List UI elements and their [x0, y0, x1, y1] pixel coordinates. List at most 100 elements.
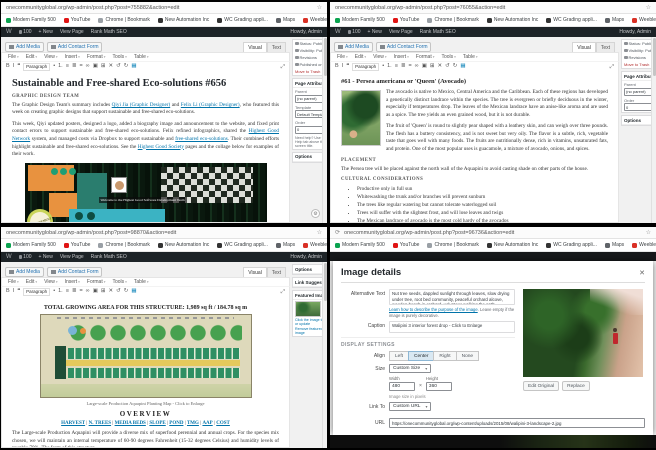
scrollbar-thumb[interactable] — [324, 38, 327, 76]
visibility-row[interactable]: Visibility: Public — [293, 47, 322, 54]
avocado-photo[interactable] — [341, 90, 381, 146]
bookmark-item[interactable]: WC Grading appli... — [217, 17, 268, 23]
person-link[interactable]: Qiyi Jia (Graphic Designer) — [112, 102, 171, 108]
editor-toolbar-icon[interactable]: • — [382, 63, 384, 71]
editor-menu-item[interactable]: Format — [87, 279, 106, 285]
bookmark-item[interactable]: YouTube — [64, 242, 91, 248]
editor-toolbar-icon[interactable]: ✕ — [438, 63, 443, 71]
editor-toolbar-icon[interactable]: I — [342, 63, 344, 71]
align-right-button[interactable]: Right — [433, 351, 456, 361]
bookmark-item[interactable]: Modern Family 500 — [6, 17, 56, 23]
fullscreen-icon[interactable]: ⤢ — [281, 64, 285, 71]
rank-math-seo-menu[interactable]: Rank Math SEO — [420, 29, 456, 35]
editor-toolbar-icon[interactable]: Paragraph — [23, 288, 50, 296]
edit-original-button[interactable]: Edit Original — [523, 381, 559, 391]
editor-toolbar-icon[interactable]: I — [13, 288, 15, 296]
url-text[interactable]: onecommunityglobal.org/wp-admin/post.php… — [6, 230, 313, 236]
editor-menu-item[interactable]: Edit — [355, 54, 366, 60]
tab-visual[interactable]: Visual — [243, 42, 267, 52]
revisions-row[interactable]: Revisions — [622, 54, 651, 61]
parent-select[interactable]: (no parent) — [295, 95, 322, 103]
tab-visual[interactable]: Visual — [243, 267, 267, 277]
close-icon[interactable]: ✕ — [639, 269, 645, 277]
collage-image[interactable]: Welcome to the Highest Good Software Dev… — [25, 163, 267, 223]
editor-menu-item[interactable]: View — [44, 54, 57, 60]
revisions-row[interactable]: Revisions — [293, 54, 322, 61]
fullscreen-icon[interactable]: ⤢ — [610, 64, 614, 71]
tab-text[interactable]: Text — [267, 42, 286, 52]
order-input[interactable]: 0 — [624, 103, 651, 111]
editor-toolbar-icon[interactable]: ∞ — [415, 63, 419, 71]
fullscreen-icon[interactable]: ⤢ — [281, 289, 285, 296]
anchor-link[interactable]: HARVEST — [61, 421, 85, 426]
link-to-select[interactable]: Custom URL — [389, 402, 431, 411]
wordpress-logo-icon[interactable]: W — [335, 29, 341, 35]
view-page-link[interactable]: View Page — [60, 254, 84, 260]
admin-user[interactable]: Howdy, Admin — [619, 29, 651, 35]
person-link[interactable]: Felix Li (Graphic Designer) — [181, 102, 240, 108]
editor-menu-item[interactable]: Tools — [441, 54, 455, 60]
editor-toolbar-icon[interactable]: ↺ — [116, 63, 121, 71]
editor-toolbar-icon[interactable]: ▦ — [460, 63, 465, 71]
bookmark-item[interactable]: Chrome | Bookmark — [98, 242, 149, 248]
add-media-button[interactable]: Add Media — [5, 42, 44, 52]
published-on-row[interactable]: Published on — [293, 61, 322, 68]
scrollbar[interactable] — [651, 37, 656, 223]
wordpress-logo-icon[interactable]: W — [6, 29, 12, 35]
bookmark-item[interactable]: Maps — [605, 17, 624, 23]
anchor-link[interactable]: MEDIA BEDS — [115, 421, 146, 426]
url-text[interactable]: onecommunityglobal.org/wp-admin/post.php… — [344, 230, 642, 236]
bookmark-item[interactable]: Weebles — [303, 242, 327, 248]
caption-input[interactable]: Walipini 3 interior forest drop - Click … — [389, 321, 515, 333]
editor-menu-item[interactable]: File — [8, 54, 19, 60]
size-select[interactable]: Custom Size — [389, 364, 431, 373]
admin-user[interactable]: Howdy, Admin — [290, 29, 322, 35]
editor-menu-item[interactable]: Insert — [65, 54, 80, 60]
editor-toolbar-icon[interactable]: Paragraph — [352, 63, 379, 71]
new-menu[interactable]: + New — [368, 29, 382, 35]
editor-toolbar-icon[interactable]: ≣ — [72, 63, 77, 71]
editor-content[interactable]: TOTAL GROWING AREA FOR THIS STRUCTURE: 1… — [1, 297, 290, 448]
editor-menu-item[interactable]: Table — [134, 279, 149, 285]
editor-toolbar-icon[interactable]: ⊞ — [101, 288, 106, 296]
editor-toolbar-icon[interactable]: 1. — [58, 63, 63, 71]
bookmark-item[interactable]: Maps — [605, 242, 624, 248]
editor-content[interactable]: Sustainable and Free-shared Eco-solution… — [1, 72, 290, 223]
eco-link[interactable]: free-shared eco-solutions — [175, 136, 228, 142]
anchor-link[interactable]: AAP — [202, 421, 212, 426]
bookmark-star-icon[interactable]: ☆ — [317, 230, 322, 236]
editor-toolbar-icon[interactable]: ↺ — [445, 63, 450, 71]
rank-math-seo-menu[interactable]: Rank Math SEO — [91, 254, 127, 260]
url-text[interactable]: onecommunityglobal.org/wp-admin/post.php… — [6, 5, 313, 11]
editor-toolbar-icon[interactable]: 1. — [387, 63, 392, 71]
editor-menu-item[interactable]: View — [44, 279, 57, 285]
bookmark-item[interactable]: New Automation Inc — [158, 17, 209, 23]
editor-toolbar-icon[interactable]: ❝ — [346, 63, 349, 71]
order-input[interactable]: 0 — [295, 126, 322, 134]
editor-toolbar-icon[interactable]: ▦ — [131, 288, 136, 296]
editor-toolbar-icon[interactable]: ▦ — [131, 63, 136, 71]
add-media-button[interactable]: Add Media — [5, 267, 44, 277]
add-media-button[interactable]: Add Media — [334, 42, 373, 52]
settings-gear-icon[interactable]: ⚙ — [311, 209, 320, 218]
editor-toolbar-icon[interactable]: ≡ — [66, 288, 69, 296]
visibility-row[interactable]: Visibility: Public — [622, 47, 651, 54]
url-bar[interactable]: ⟳ onecommunityglobal.org/wp-admin/post.p… — [330, 227, 656, 239]
editor-toolbar-icon[interactable]: ✕ — [109, 63, 114, 71]
anchor-link[interactable]: SLOPE — [149, 421, 165, 426]
editor-toolbar-icon[interactable]: 1. — [58, 288, 63, 296]
bookmark-item[interactable]: Chrome | Bookmark — [427, 242, 478, 248]
bookmark-item[interactable]: Weebles — [632, 17, 656, 23]
alt-help-link[interactable]: Learn how to describe the purpose of the… — [389, 307, 478, 312]
editor-toolbar-icon[interactable]: • — [53, 63, 55, 71]
map-caption[interactable]: Large-scale Production Aquapini Planting… — [12, 401, 279, 406]
editor-menu-item[interactable]: Tools — [112, 279, 126, 285]
editor-menu-item[interactable]: Table — [463, 54, 478, 60]
hgs-link[interactable]: Highest Good Society — [138, 144, 184, 150]
view-page-link[interactable]: View Page — [389, 29, 413, 35]
anchor-link[interactable]: POND — [169, 421, 183, 426]
bookmark-item[interactable]: WC Grading appli... — [217, 242, 268, 248]
editor-menu-item[interactable]: Insert — [394, 54, 409, 60]
scrollbar[interactable] — [322, 262, 327, 448]
bookmark-item[interactable]: Modern Family 500 — [335, 17, 385, 23]
